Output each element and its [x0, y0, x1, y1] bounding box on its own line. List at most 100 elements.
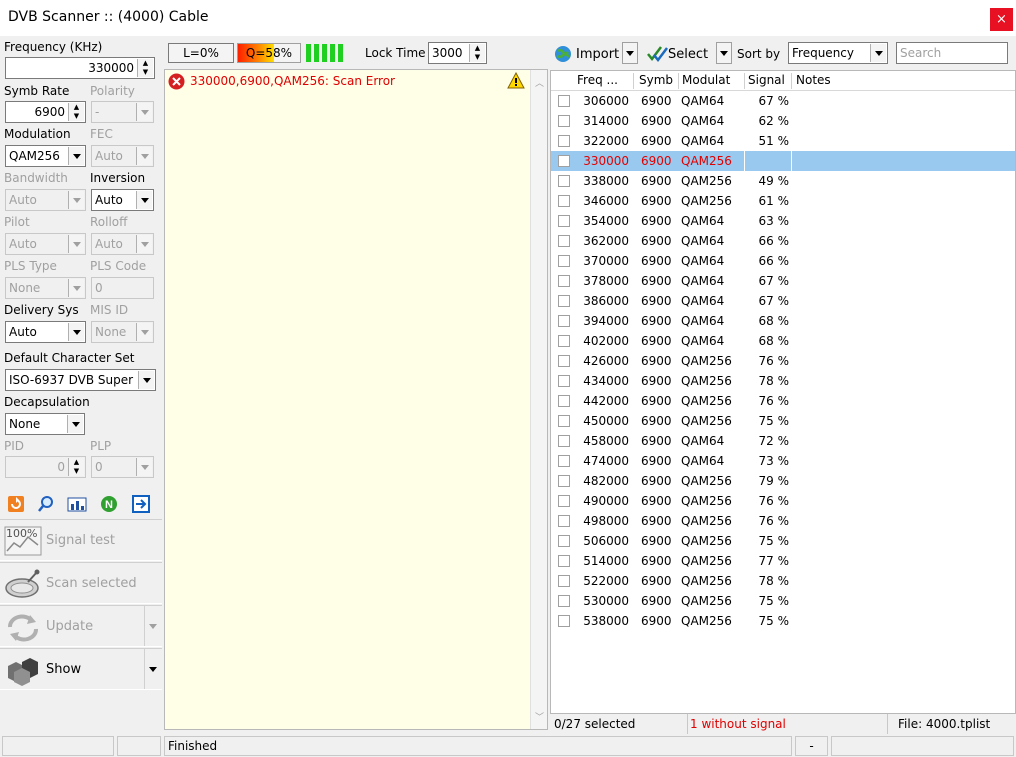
row-checkbox[interactable]: [558, 415, 570, 427]
row-checkbox[interactable]: [558, 375, 570, 387]
select-button[interactable]: Select: [644, 42, 732, 66]
table-row[interactable]: 306000 6900 QAM64 67 %: [551, 91, 1015, 111]
export-icon[interactable]: [131, 494, 151, 514]
row-checkbox[interactable]: [558, 275, 570, 287]
symb-rate-input[interactable]: 6900: [5, 101, 86, 123]
table-row[interactable]: 490000 6900 QAM256 76 %: [551, 491, 1015, 511]
table-row[interactable]: 538000 6900 QAM256 75 %: [551, 611, 1015, 631]
column-header-modulation[interactable]: Modulat: [682, 73, 730, 87]
pilot-select[interactable]: Auto: [5, 233, 86, 255]
row-checkbox[interactable]: [558, 455, 570, 467]
table-row[interactable]: 386000 6900 QAM64 67 %: [551, 291, 1015, 311]
table-row[interactable]: 434000 6900 QAM256 78 %: [551, 371, 1015, 391]
row-checkbox[interactable]: [558, 595, 570, 607]
log-scrollbar[interactable]: ︿ ﹀: [530, 70, 547, 729]
row-checkbox[interactable]: [558, 495, 570, 507]
charset-select[interactable]: ISO-6937 DVB Super: [5, 369, 156, 391]
fec-select[interactable]: Auto: [91, 145, 154, 167]
frequency-spinner-icon[interactable]: [137, 59, 153, 77]
row-checkbox[interactable]: [558, 115, 570, 127]
column-header-symb[interactable]: Symb: [639, 73, 673, 87]
row-checkbox[interactable]: [558, 295, 570, 307]
table-row[interactable]: 506000 6900 QAM256 75 %: [551, 531, 1015, 551]
column-header-notes[interactable]: Notes: [796, 73, 831, 87]
frequency-input[interactable]: 330000: [5, 57, 155, 79]
row-checkbox[interactable]: [558, 175, 570, 187]
delivery-sys-select[interactable]: Auto: [5, 321, 86, 343]
row-checkbox[interactable]: [558, 535, 570, 547]
row-checkbox[interactable]: [558, 475, 570, 487]
pid-input[interactable]: 0: [5, 456, 86, 478]
row-checkbox[interactable]: [558, 195, 570, 207]
table-row[interactable]: 482000 6900 QAM256 79 %: [551, 471, 1015, 491]
row-checkbox[interactable]: [558, 575, 570, 587]
table-row[interactable]: 426000 6900 QAM256 76 %: [551, 351, 1015, 371]
row-checkbox[interactable]: [558, 515, 570, 527]
show-button[interactable]: Show: [0, 648, 162, 690]
table-row[interactable]: 474000 6900 QAM64 73 %: [551, 451, 1015, 471]
decap-select[interactable]: None: [5, 413, 85, 435]
table-row[interactable]: 402000 6900 QAM64 68 %: [551, 331, 1015, 351]
table-row[interactable]: 514000 6900 QAM256 77 %: [551, 551, 1015, 571]
row-checkbox[interactable]: [558, 355, 570, 367]
table-row[interactable]: 322000 6900 QAM64 51 %: [551, 131, 1015, 151]
lock-time-spinner-icon[interactable]: [469, 44, 485, 62]
row-checkbox[interactable]: [558, 395, 570, 407]
row-checkbox[interactable]: [558, 235, 570, 247]
column-header-freq[interactable]: Freq ...: [577, 73, 618, 87]
import-button[interactable]: Import: [552, 42, 638, 66]
chart-icon[interactable]: [67, 495, 87, 513]
scroll-down-icon[interactable]: ﹀: [535, 710, 544, 723]
table-row[interactable]: 378000 6900 QAM64 67 %: [551, 271, 1015, 291]
select-dropdown[interactable]: [716, 42, 732, 64]
table-row[interactable]: 314000 6900 QAM64 62 %: [551, 111, 1015, 131]
table-row[interactable]: 394000 6900 QAM64 68 %: [551, 311, 1015, 331]
row-checkbox[interactable]: [558, 255, 570, 267]
pls-type-select[interactable]: None: [5, 277, 86, 299]
table-row[interactable]: 442000 6900 QAM256 76 %: [551, 391, 1015, 411]
show-dropdown[interactable]: [144, 649, 161, 689]
table-row[interactable]: 458000 6900 QAM64 72 %: [551, 431, 1015, 451]
update-button[interactable]: Update: [0, 605, 162, 647]
lock-time-input[interactable]: 3000: [428, 42, 487, 64]
bandwidth-select[interactable]: Auto: [5, 189, 86, 211]
transponder-list[interactable]: Freq ... Symb Modulat Signal Notes 30600…: [550, 70, 1016, 714]
table-row[interactable]: 330000 6900 QAM256: [551, 151, 1015, 171]
pid-spinner-icon[interactable]: [68, 458, 84, 476]
row-checkbox[interactable]: [558, 135, 570, 147]
row-checkbox[interactable]: [558, 615, 570, 627]
table-row[interactable]: 498000 6900 QAM256 76 %: [551, 511, 1015, 531]
sort-by-select[interactable]: Frequency: [788, 42, 888, 64]
table-row[interactable]: 346000 6900 QAM256 61 %: [551, 191, 1015, 211]
pls-code-input[interactable]: 0: [91, 277, 154, 299]
scan-log[interactable]: 330000,6900,QAM256: Scan Error ︿ ﹀: [164, 69, 548, 730]
table-row[interactable]: 522000 6900 QAM256 78 %: [551, 571, 1015, 591]
row-checkbox[interactable]: [558, 335, 570, 347]
table-row[interactable]: 362000 6900 QAM64 66 %: [551, 231, 1015, 251]
table-row[interactable]: 450000 6900 QAM256 75 %: [551, 411, 1015, 431]
search-icon[interactable]: [37, 495, 55, 513]
scroll-up-icon[interactable]: ︿: [535, 76, 544, 89]
refresh-icon[interactable]: [7, 495, 25, 513]
close-button[interactable]: ×: [990, 8, 1013, 31]
update-dropdown[interactable]: [144, 606, 161, 646]
table-row[interactable]: 370000 6900 QAM64 66 %: [551, 251, 1015, 271]
row-checkbox[interactable]: [558, 215, 570, 227]
table-row[interactable]: 354000 6900 QAM64 63 %: [551, 211, 1015, 231]
scan-selected-button[interactable]: Scan selected: [0, 562, 162, 604]
row-checkbox[interactable]: [558, 435, 570, 447]
row-checkbox[interactable]: [558, 95, 570, 107]
table-row[interactable]: 338000 6900 QAM256 49 %: [551, 171, 1015, 191]
column-header-signal[interactable]: Signal: [748, 73, 785, 87]
import-dropdown[interactable]: [622, 42, 638, 64]
row-checkbox[interactable]: [558, 155, 570, 167]
search-input[interactable]: Search: [896, 42, 1008, 64]
inversion-select[interactable]: Auto: [91, 189, 154, 211]
signal-test-button[interactable]: 100% Signal test: [0, 519, 162, 561]
plp-select[interactable]: 0: [91, 456, 154, 478]
rolloff-select[interactable]: Auto: [91, 233, 154, 255]
network-icon[interactable]: N: [99, 494, 119, 514]
row-checkbox[interactable]: [558, 315, 570, 327]
mis-id-select[interactable]: None: [91, 321, 154, 343]
table-row[interactable]: 530000 6900 QAM256 75 %: [551, 591, 1015, 611]
